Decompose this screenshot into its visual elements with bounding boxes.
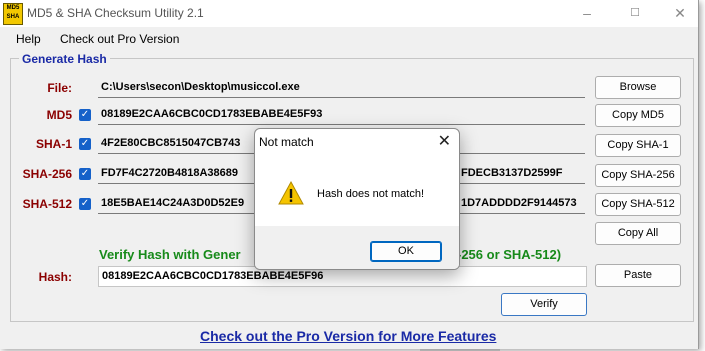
ok-button[interactable]: OK xyxy=(370,241,442,262)
copy-sha1-button[interactable]: Copy SHA-1 xyxy=(595,134,681,157)
browse-button[interactable]: Browse xyxy=(595,76,681,99)
sha1-label: SHA-1 xyxy=(35,137,72,151)
minimize-button[interactable]: – xyxy=(577,4,597,22)
copy-md5-button[interactable]: Copy MD5 xyxy=(595,104,681,127)
app-icon: MD5 SHA xyxy=(3,3,23,25)
menu-bar: Help Check out Pro Version xyxy=(0,28,698,50)
sha1-checkbox[interactable]: ✓ xyxy=(79,138,91,150)
pro-version-link[interactable]: Check out the Pro Version for More Featu… xyxy=(200,328,496,344)
menu-help[interactable]: Help xyxy=(16,32,41,46)
md5-checkbox[interactable]: ✓ xyxy=(79,109,91,121)
md5-label: MD5 xyxy=(46,108,72,122)
title-bar: MD5 SHA MD5 & SHA Checksum Utility 2.1 –… xyxy=(0,0,698,27)
copy-sha256-button[interactable]: Copy SHA-256 xyxy=(595,164,681,187)
app-icon-text-top: MD5 xyxy=(6,5,20,11)
sha512-checkbox[interactable]: ✓ xyxy=(79,198,91,210)
menu-pro-version[interactable]: Check out Pro Version xyxy=(60,32,179,46)
sha256-checkbox[interactable]: ✓ xyxy=(79,168,91,180)
dialog-close-icon[interactable]: ✕ xyxy=(438,131,451,151)
close-window-button[interactable]: ✕ xyxy=(670,4,690,22)
verify-button[interactable]: Verify xyxy=(501,293,587,316)
sha256-value-tail: FDECB3137D2599F xyxy=(461,167,563,179)
dialog-title: Not match xyxy=(259,135,314,149)
copy-sha512-button[interactable]: Copy SHA-512 xyxy=(595,193,681,216)
paste-button[interactable]: Paste xyxy=(595,264,681,287)
copy-all-button[interactable]: Copy All xyxy=(595,222,681,245)
dialog-footer: OK xyxy=(255,226,459,269)
window-title: MD5 & SHA Checksum Utility 2.1 xyxy=(27,6,204,20)
md5-value-field[interactable]: 08189E2CAA6CBC0CD1783EBABE4E5F93 xyxy=(98,105,585,125)
file-path-field[interactable]: C:\Users\secon\Desktop\musiccol.exe xyxy=(98,78,585,98)
app-icon-text-bottom: SHA xyxy=(6,14,20,20)
dialog-message: Hash does not match! xyxy=(317,188,425,200)
sha512-label: SHA-512 xyxy=(22,197,72,211)
warning-icon xyxy=(278,180,304,205)
sha512-value-tail: 1D7ADDDD2F9144573 xyxy=(461,197,577,209)
hash-label: Hash: xyxy=(38,270,72,284)
verify-hash-title: Verify Hash with Gener xyxy=(99,247,241,262)
file-label: File: xyxy=(47,81,72,95)
not-match-dialog: Not match ✕ Hash does not match! OK xyxy=(254,128,460,270)
verify-hash-title-tail: -256 or SHA-512) xyxy=(457,247,562,262)
maximize-button[interactable]: ☐ xyxy=(625,4,645,22)
sha256-label: SHA-256 xyxy=(22,167,72,181)
generate-hash-title: Generate Hash xyxy=(19,52,110,66)
